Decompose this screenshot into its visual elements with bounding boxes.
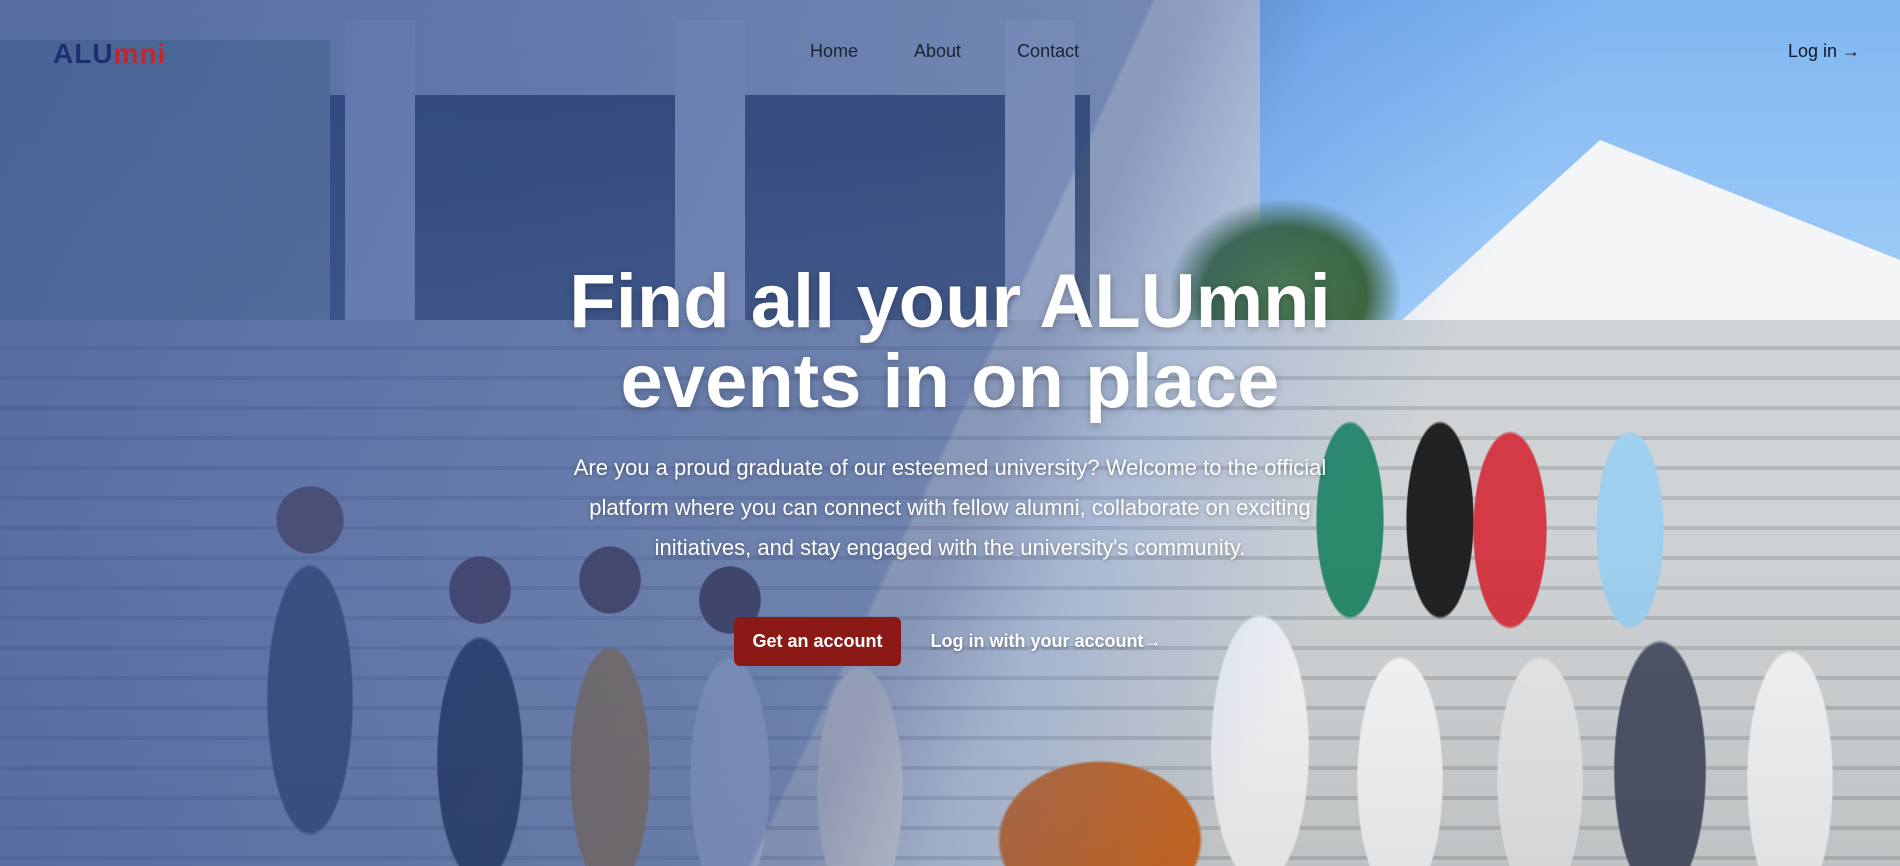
brand-logo[interactable]: ALUmni bbox=[53, 38, 166, 70]
hero-title: Find all your ALUmni events in on place bbox=[450, 262, 1450, 422]
hero-section: Find all your ALUmni events in on place … bbox=[0, 262, 1900, 568]
arrow-right-icon: → bbox=[1842, 41, 1860, 61]
nav-link-home[interactable]: Home bbox=[810, 41, 858, 62]
login-with-account-label: Log in with your account bbox=[930, 631, 1144, 651]
hero-cta-row: Get an account Log in with your account→ bbox=[0, 617, 1900, 666]
login-link[interactable]: Log in → bbox=[1788, 41, 1860, 62]
login-link-label: Log in bbox=[1787, 41, 1837, 61]
hero-subtitle: Are you a proud graduate of our esteemed… bbox=[573, 455, 1327, 560]
brand-logo-part2: mni bbox=[113, 38, 167, 69]
hero-title-line2: events in on place bbox=[620, 339, 1280, 424]
nav-link-contact[interactable]: Contact bbox=[1017, 41, 1079, 62]
top-navigation: ALUmni Home About Contact Log in → bbox=[0, 0, 1900, 104]
brand-logo-part1: ALU bbox=[53, 38, 114, 69]
get-account-button[interactable]: Get an account bbox=[734, 617, 901, 666]
hero-title-line1: Find all your ALUmni bbox=[569, 259, 1331, 344]
login-with-account-link[interactable]: Log in with your account→ bbox=[931, 631, 1162, 652]
nav-links: Home About Contact bbox=[810, 41, 1135, 62]
nav-link-about[interactable]: About bbox=[914, 41, 961, 62]
arrow-right-icon: → bbox=[1143, 631, 1162, 651]
